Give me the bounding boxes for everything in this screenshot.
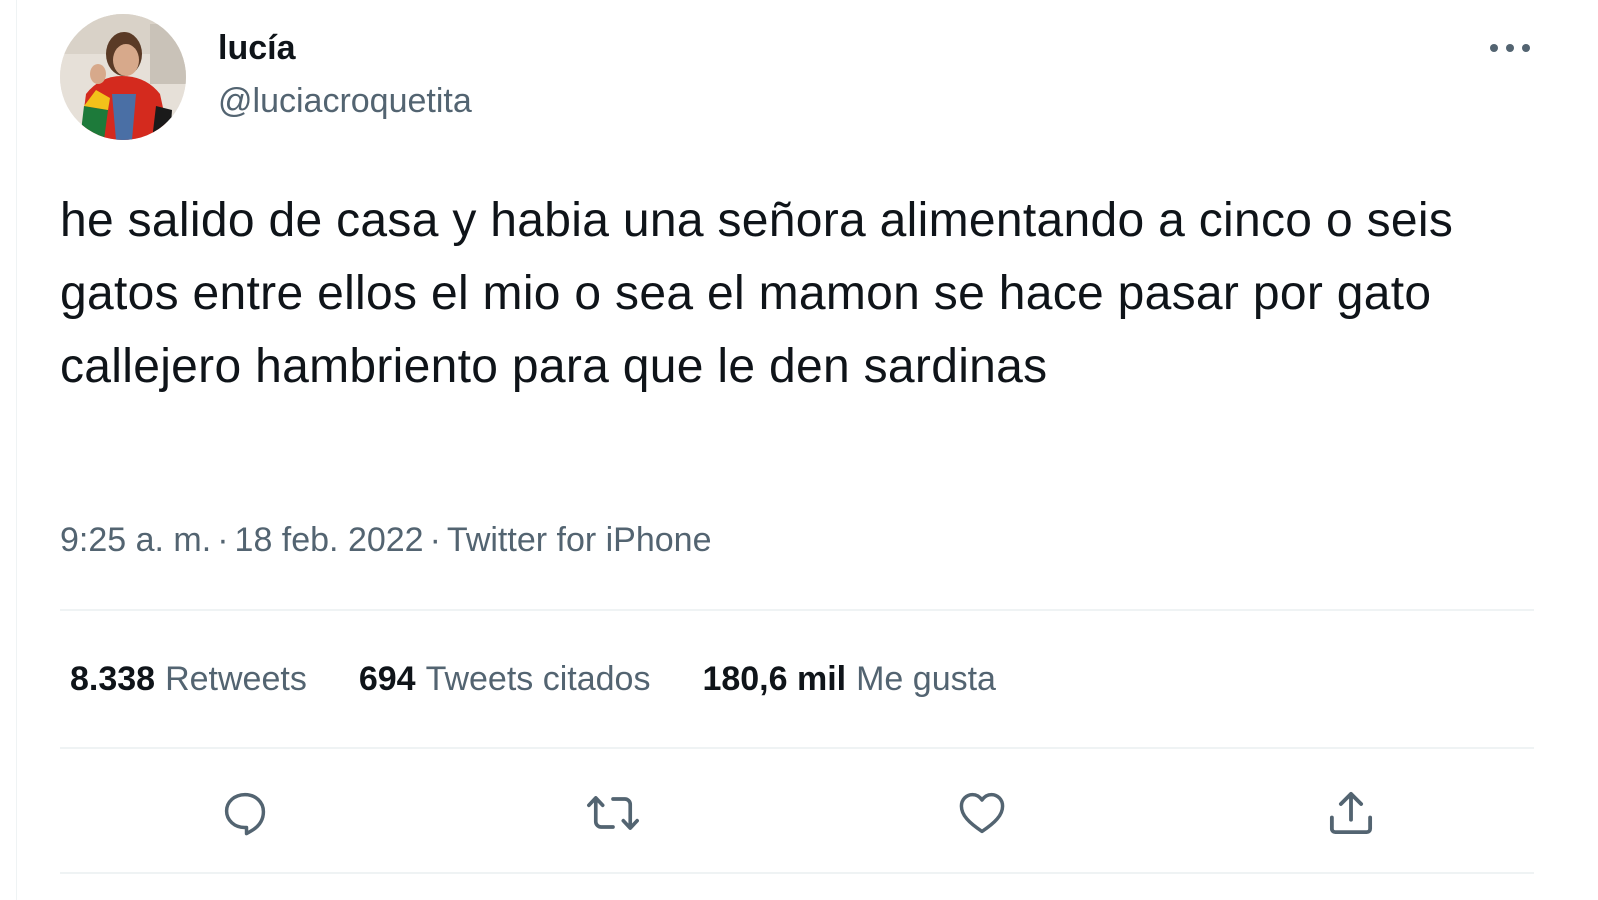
- profile-photo-icon: [60, 14, 186, 140]
- tweet-card: lucía @luciacroquetita he salido de casa…: [0, 0, 1598, 900]
- reply-button[interactable]: [210, 778, 280, 848]
- retweet-button[interactable]: [578, 778, 648, 848]
- quote-tweets-stat[interactable]: 694 Tweets citados: [359, 656, 651, 702]
- likes-label: Me gusta: [856, 660, 996, 698]
- divider: [60, 747, 1534, 749]
- divider: [60, 609, 1534, 611]
- user-handle[interactable]: @luciacroquetita: [218, 80, 472, 122]
- tweet-time[interactable]: 9:25 a. m.: [60, 521, 211, 559]
- tweet-metadata: 9:25 a. m. · 18 feb. 2022 · Twitter for iPho…: [60, 518, 711, 562]
- retweet-icon: [587, 796, 639, 830]
- quote-tweets-label: Tweets citados: [425, 660, 651, 698]
- divider: [60, 872, 1534, 874]
- avatar[interactable]: [60, 14, 186, 140]
- retweets-count: 8.338: [70, 660, 156, 698]
- quote-tweets-count: 694: [358, 660, 416, 698]
- tweet-date[interactable]: 18 feb. 2022: [235, 521, 424, 559]
- meta-separator: ·: [429, 521, 441, 559]
- tweet-source[interactable]: Twitter for iPhone: [447, 521, 712, 559]
- action-bar: [60, 778, 1534, 848]
- retweets-label: Retweets: [165, 660, 307, 698]
- column-border: [16, 0, 17, 900]
- tweet-text: he salido de casa y habia una señora ali…: [60, 194, 1454, 393]
- reply-icon: [224, 792, 266, 836]
- share-icon: [1329, 791, 1373, 835]
- meta-separator: ·: [217, 521, 229, 559]
- share-button[interactable]: [1316, 778, 1386, 848]
- like-icon: [959, 792, 1005, 834]
- more-horizontal-icon: [1490, 44, 1530, 52]
- likes-stat[interactable]: 180,6 mil Me gusta: [702, 656, 996, 702]
- retweets-stat[interactable]: 8.338 Retweets: [70, 656, 307, 702]
- like-button[interactable]: [947, 778, 1017, 848]
- more-options-button[interactable]: [1482, 28, 1538, 68]
- likes-count: 180,6 mil: [702, 660, 847, 698]
- engagement-stats: 8.338 Retweets 694 Tweets citados 180,6 mi…: [70, 656, 1048, 702]
- display-name[interactable]: lucía: [218, 28, 295, 68]
